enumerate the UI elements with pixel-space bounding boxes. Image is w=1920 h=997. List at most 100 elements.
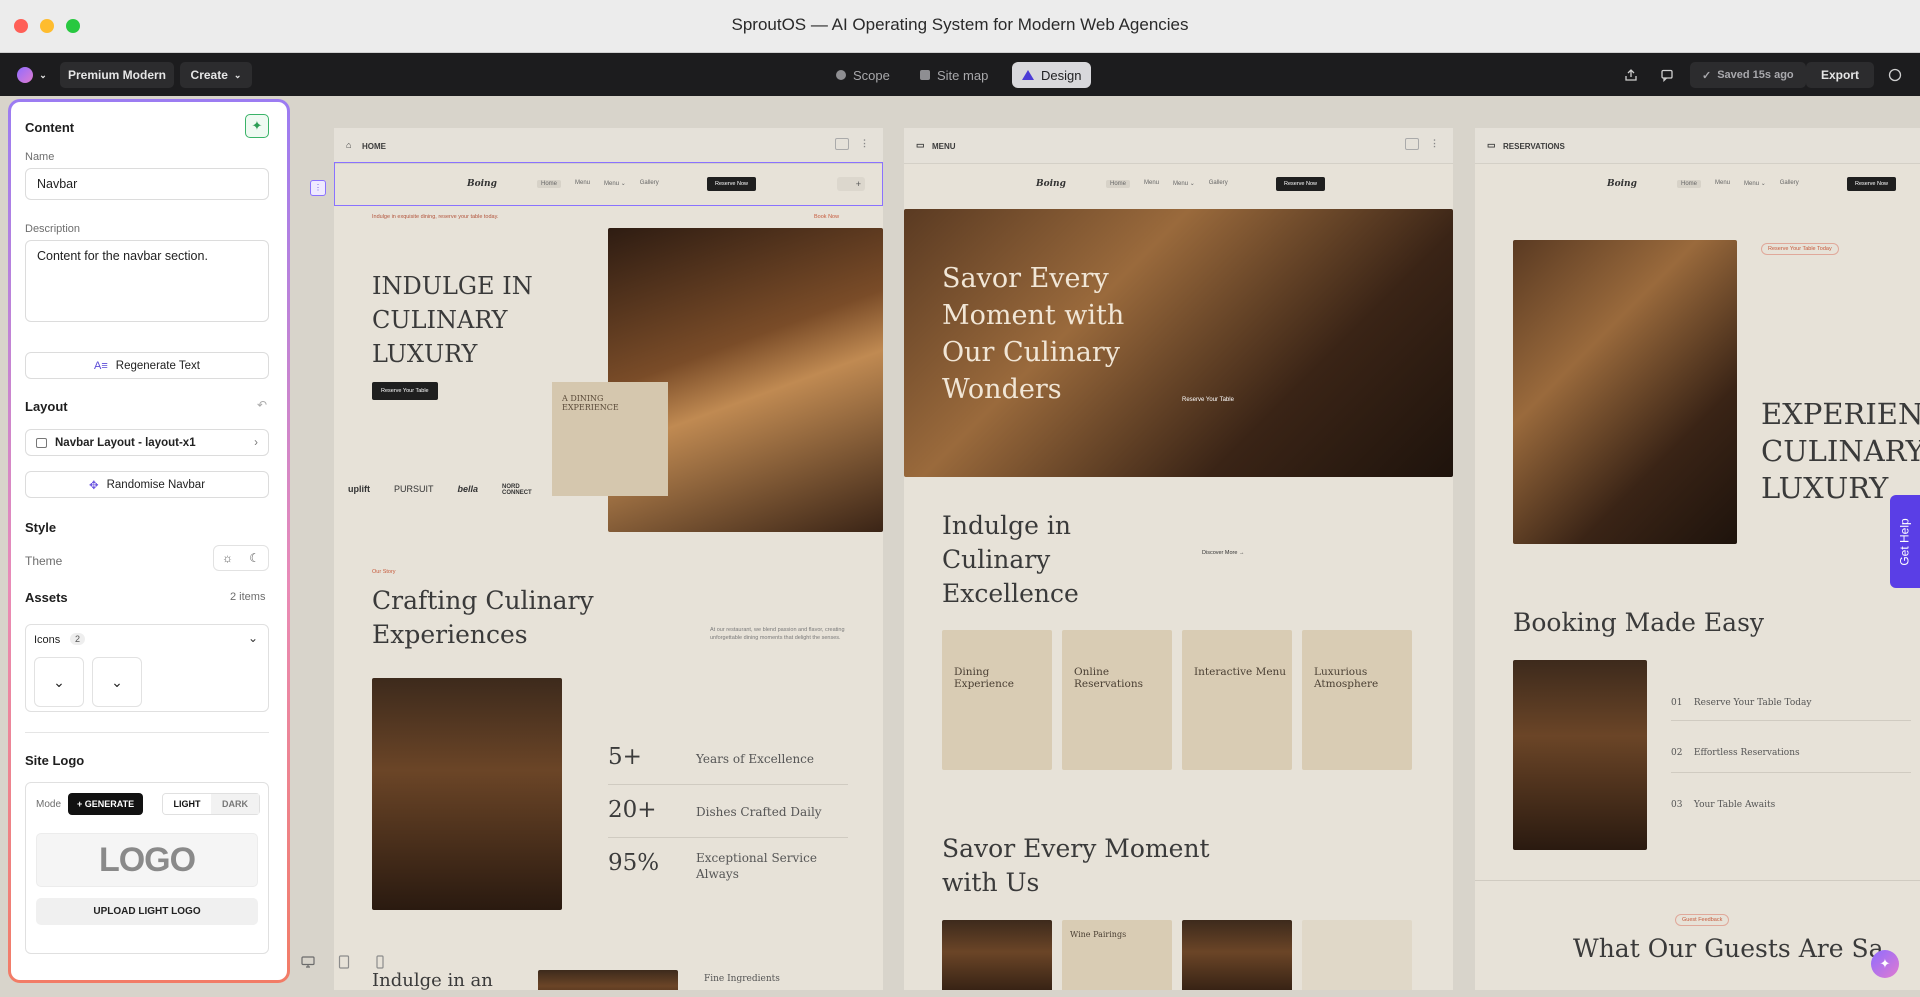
- chevron-down-icon[interactable]: ⌄: [248, 631, 258, 645]
- menu-navbar[interactable]: Boing Home Menu Menu ⌄ Gallery Reserve N…: [904, 164, 1453, 204]
- desktop-icon[interactable]: [298, 952, 318, 972]
- reservations-badge: Reserve Your Table Today: [1761, 243, 1839, 255]
- logo-mode-dark[interactable]: DARK: [211, 794, 259, 814]
- reservations-booking-title: Booking Made Easy: [1513, 608, 1765, 637]
- logo-preview: LOGO: [36, 833, 258, 887]
- home-nav-menu[interactable]: Menu: [575, 180, 590, 188]
- tab-design[interactable]: Design: [1012, 62, 1092, 88]
- tab-scope[interactable]: Scope: [826, 62, 900, 88]
- upload-light-logo-button[interactable]: UPLOAD LIGHT LOGO: [36, 898, 258, 925]
- frame-home-device-icon[interactable]: [835, 138, 849, 150]
- home-partner-logos: uplift PURSUIT bella NORD CONNECT: [348, 484, 532, 496]
- home-announcement-link[interactable]: Book Now: [814, 213, 839, 221]
- home-nav-menu-dropdown[interactable]: Menu ⌄: [604, 180, 626, 188]
- frame-home[interactable]: ⌂ HOME ⋮ Boing Home Menu Menu ⌄ Gallery …: [334, 128, 883, 990]
- layout-selector[interactable]: Navbar Layout - layout-x1 ›: [25, 429, 269, 456]
- home-announcement: Indulge in exquisite dining, reserve you…: [372, 213, 498, 221]
- home-nav-cta[interactable]: Reserve Now: [707, 177, 757, 191]
- frame-menu[interactable]: ▭ MENU ⋮ Boing Home Menu Menu ⌄ Gallery …: [904, 128, 1453, 990]
- sun-icon[interactable]: ☼: [214, 546, 241, 570]
- undo-icon[interactable]: ↶: [257, 398, 267, 412]
- menu-nav-gallery[interactable]: Gallery: [1209, 180, 1228, 188]
- layout-heading: Layout: [25, 399, 68, 414]
- menu-nav-home[interactable]: Home: [1106, 180, 1131, 188]
- export-button[interactable]: Export: [1806, 62, 1874, 88]
- reservations-nav-menu-dropdown[interactable]: Menu ⌄: [1744, 180, 1766, 188]
- menu-nav-cta[interactable]: Reserve Now: [1276, 177, 1326, 191]
- menu-section-line-1: Indulge in: [942, 511, 1071, 540]
- menu-hero-cta[interactable]: Reserve Your Table: [1182, 397, 1234, 403]
- frame-menu-device-icon[interactable]: [1405, 138, 1419, 150]
- randomise-navbar-button[interactable]: ✥ Randomise Navbar: [25, 471, 269, 498]
- create-button[interactable]: Create ⌄: [180, 62, 252, 88]
- reservations-navbar[interactable]: Boing Home Menu Menu ⌄ Gallery Reserve N…: [1475, 164, 1920, 204]
- icon-asset-slot-2[interactable]: ⌄: [92, 657, 142, 707]
- menu-brand-logo: Boing: [1036, 179, 1066, 189]
- sparkle-assistant-icon[interactable]: ✦: [1871, 950, 1899, 978]
- mode-switcher: Scope Site map Design: [826, 53, 1096, 96]
- home-hero-cta[interactable]: Reserve Your Table: [372, 382, 438, 400]
- home-icon: ⌂: [346, 140, 352, 150]
- menu-nav-menu-dropdown[interactable]: Menu ⌄: [1173, 180, 1195, 188]
- home-chef-photo: [372, 678, 562, 910]
- panel-divider: [25, 732, 269, 733]
- get-help-tab[interactable]: Get Help: [1890, 495, 1920, 588]
- chevron-right-icon: ›: [254, 436, 258, 449]
- home-nav-gallery[interactable]: Gallery: [640, 180, 659, 188]
- home-nav-home[interactable]: Home: [537, 180, 562, 188]
- home-footer-title: Indulge in an: [372, 970, 493, 990]
- home-section-title-line-2: Experiences: [372, 620, 528, 649]
- moon-icon[interactable]: ☾: [241, 546, 268, 570]
- chevron-down-icon: ⌄: [233, 69, 242, 80]
- site-map-icon: [920, 70, 930, 80]
- reservations-nav-home[interactable]: Home: [1677, 180, 1702, 188]
- regenerate-text-button[interactable]: A≡ Regenerate Text: [25, 352, 269, 379]
- home-nav-toggle[interactable]: +: [837, 177, 865, 191]
- comment-icon[interactable]: [1654, 63, 1680, 87]
- logo-mode-light[interactable]: LIGHT: [163, 794, 211, 814]
- tablet-icon[interactable]: [334, 952, 354, 972]
- share-icon[interactable]: [1618, 63, 1644, 87]
- logo-uplift: uplift: [348, 484, 370, 494]
- style-heading: Style: [25, 520, 57, 535]
- menu-nav-menu[interactable]: Menu: [1144, 180, 1159, 188]
- frame-reservations[interactable]: ▭ RESERVATIONS Boing Home Menu Menu ⌄ Ga…: [1475, 128, 1920, 990]
- workspace-switcher[interactable]: ⌄: [12, 62, 52, 88]
- name-label: Name: [25, 151, 55, 163]
- menu-bottom-card-2: [1302, 920, 1412, 990]
- icon-asset-slot-1[interactable]: ⌄: [34, 657, 84, 707]
- reservations-step-3: 03 Your Table Awaits: [1671, 800, 1775, 810]
- reservations-guests-title: What Our Guests Are Sa: [1573, 934, 1884, 963]
- profile-icon[interactable]: [1882, 63, 1908, 87]
- stat-years-number: 5+: [608, 744, 642, 770]
- reservations-nav-menu[interactable]: Menu: [1715, 180, 1730, 188]
- menu-card-reservations-title: Online Reservations: [1074, 666, 1143, 691]
- reservations-nav-cta[interactable]: Reserve Now: [1847, 177, 1897, 191]
- mobile-icon[interactable]: [370, 952, 390, 972]
- reservations-nav-gallery[interactable]: Gallery: [1780, 180, 1799, 188]
- home-experience-card-title: A DINING EXPERIENCE: [562, 394, 619, 412]
- name-input[interactable]: Navbar: [25, 168, 269, 200]
- home-navbar[interactable]: Boing Home Menu Menu ⌄ Gallery Reserve N…: [334, 162, 883, 206]
- home-hero-line-2: CULINARY: [372, 306, 508, 334]
- reservations-hero-line-2: CULINARY: [1761, 434, 1920, 468]
- section-drag-handle[interactable]: ⋮: [310, 180, 326, 196]
- reservations-hero-title: EXPERIEN CULINARY LUXURY: [1761, 396, 1920, 507]
- menu-discover-link[interactable]: Discover More →: [1202, 549, 1244, 557]
- project-button[interactable]: Premium Modern: [60, 62, 174, 88]
- window-title: SproutOS — AI Operating System for Moder…: [731, 15, 1189, 34]
- frame-menu-more-icon[interactable]: ⋮: [1430, 138, 1439, 149]
- frame-home-more-icon[interactable]: ⋮: [860, 138, 869, 149]
- ai-sparkle-icon[interactable]: ✦: [245, 114, 269, 138]
- window-titlebar: SproutOS — AI Operating System for Moder…: [0, 0, 1920, 53]
- icons-count-badge: 2: [70, 633, 86, 645]
- step-1-number: 01: [1671, 698, 1683, 708]
- text-ai-icon: A≡: [94, 359, 108, 372]
- frame-menu-label: MENU: [932, 142, 956, 151]
- step-2-number: 02: [1671, 748, 1683, 758]
- tab-site-map[interactable]: Site map: [910, 62, 998, 88]
- home-footer-photo: [538, 970, 678, 990]
- description-textarea[interactable]: Content for the navbar section.: [25, 240, 269, 322]
- reservations-feedback-badge: Guest Feedback: [1675, 914, 1730, 926]
- generate-logo-button[interactable]: + GENERATE: [68, 793, 144, 815]
